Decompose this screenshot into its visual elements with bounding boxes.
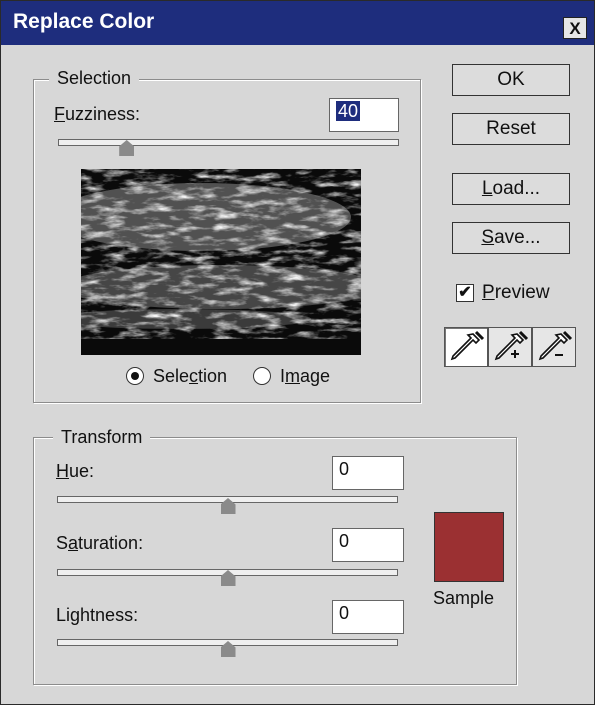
replace-color-dialog: Replace Color X Selection Fuzziness: 40 — [0, 0, 595, 705]
reset-button[interactable]: Reset — [452, 113, 570, 145]
selection-radio-label[interactable]: Selection — [153, 366, 227, 387]
eyedropper-tool[interactable] — [444, 327, 488, 367]
fuzziness-label: Fuzziness: — [54, 104, 141, 124]
image-radio[interactable] — [253, 367, 271, 385]
radio-dot-selection — [131, 372, 139, 380]
eyedropper-plus-tool[interactable] — [488, 327, 532, 367]
eyedropper-plus-icon — [494, 330, 529, 361]
preview-label[interactable]: Preview — [482, 282, 550, 304]
sample-color-swatch[interactable] — [434, 512, 504, 582]
hue-input[interactable]: 0 — [332, 456, 404, 490]
dialog-title: Replace Color — [13, 10, 155, 33]
fuzziness-input[interactable]: 40 — [329, 98, 399, 132]
load-button[interactable]: Load... — [452, 173, 570, 205]
cloud-mask-image — [81, 169, 361, 355]
title-bar[interactable]: Replace Color X — [1, 1, 594, 45]
fuzziness-value: 40 — [336, 101, 361, 121]
eyedropper-icon — [450, 330, 485, 361]
sample-label: Sample — [433, 588, 495, 608]
fuzziness-slider-track[interactable] — [58, 139, 399, 146]
saturation-label: Saturation: — [56, 533, 144, 553]
selection-legend: Selection — [49, 68, 140, 89]
save-button[interactable]: Save... — [452, 222, 570, 254]
ok-button[interactable]: OK — [452, 64, 570, 96]
lightness-label: Lightness: — [56, 605, 139, 625]
hue-label: Hue: — [56, 461, 95, 481]
close-button[interactable]: X — [563, 17, 587, 39]
transform-legend: Transform — [53, 427, 151, 448]
lightness-input[interactable]: 0 — [332, 600, 404, 634]
saturation-input[interactable]: 0 — [332, 528, 404, 562]
eyedropper-minus-tool[interactable] — [532, 327, 576, 367]
selection-radio[interactable] — [126, 367, 144, 385]
eyedropper-minus-icon — [538, 330, 573, 361]
preview-checkbox[interactable]: ✔ — [456, 284, 474, 302]
selection-preview-image — [81, 169, 361, 355]
image-radio-label[interactable]: Image — [280, 366, 330, 387]
